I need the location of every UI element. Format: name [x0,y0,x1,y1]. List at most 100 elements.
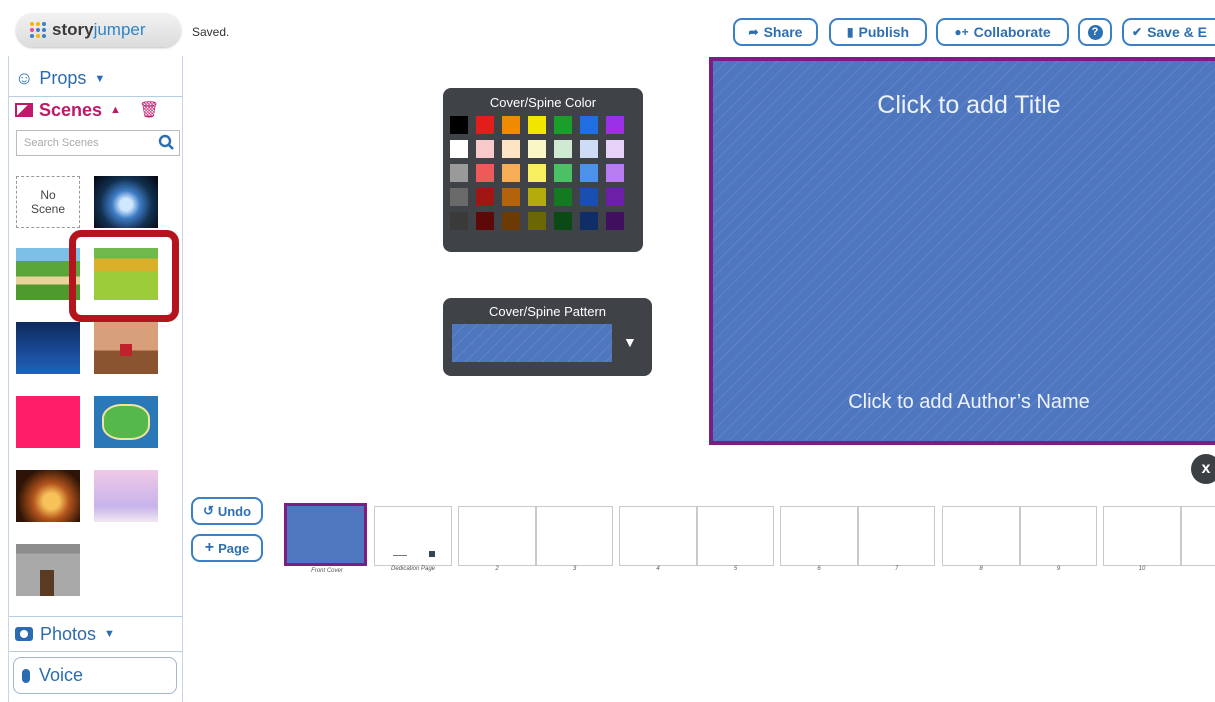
color-swatch[interactable] [528,140,546,158]
color-swatch[interactable] [476,140,494,158]
page-thumb-front-cover[interactable] [284,503,367,566]
scene-thumb-sky[interactable] [94,470,158,522]
scene-thumb-underwater[interactable] [16,322,80,374]
scenes-section-header[interactable]: Scenes ▲ 🗑 [9,93,182,127]
share-button[interactable]: ➦ Share [733,18,818,46]
logo-text-story: story [52,20,94,39]
color-swatch[interactable] [606,212,624,230]
pattern-dropdown-icon[interactable]: ▼ [623,334,637,350]
scene-thumb-fireplace[interactable] [94,322,158,374]
color-swatch[interactable] [476,116,494,134]
help-icon: ? [1087,24,1103,40]
color-swatch[interactable] [528,188,546,206]
color-swatch[interactable] [580,140,598,158]
storyjumper-logo[interactable]: story jumper [16,13,181,47]
fireplace-mark [120,344,132,356]
page-thumb[interactable] [697,506,774,566]
save-exit-button[interactable]: ✔ Save & E [1122,18,1215,46]
page-thumb-dedication[interactable] [374,506,452,566]
page-thumb[interactable] [536,506,613,566]
caret-down-icon: ▼ [104,628,115,640]
color-swatch[interactable] [450,188,468,206]
color-swatch[interactable] [528,164,546,182]
page-label: 5 [733,566,738,572]
pattern-preview[interactable] [452,324,612,362]
page-thumb[interactable] [458,506,536,566]
help-button[interactable]: ? [1078,18,1112,46]
search-placeholder: Search Scenes [24,137,99,149]
page-thumb[interactable] [858,506,935,566]
front-cover-preview: Click to add Title Click to add Author’s… [709,57,1215,445]
logo-dots-icon [30,22,46,38]
no-scene-option[interactable]: No Scene [16,176,80,228]
color-swatch[interactable] [580,116,598,134]
color-swatch-grid [450,116,624,230]
color-swatch[interactable] [476,188,494,206]
color-swatch[interactable] [502,116,520,134]
page-thumb[interactable] [942,506,1020,566]
color-swatch[interactable] [606,116,624,134]
color-swatch[interactable] [502,212,520,230]
color-swatch[interactable] [502,140,520,158]
color-swatch[interactable] [580,188,598,206]
color-swatch[interactable] [606,164,624,182]
page-label: 10 [1138,566,1146,572]
page-thumb[interactable] [619,506,697,566]
add-page-button[interactable]: + Page [191,534,263,562]
scene-thumb-night[interactable] [16,470,80,522]
color-swatch[interactable] [502,188,520,206]
collaborate-label: Collaborate [973,24,1051,40]
color-swatch[interactable] [554,140,572,158]
save-exit-label: Save & E [1147,24,1207,40]
color-swatch[interactable] [580,212,598,230]
scene-thumb-pink[interactable] [16,396,80,448]
props-section-header[interactable]: ☺ Props ▼ [9,61,182,97]
publish-button[interactable]: ▮ Publish [829,18,927,46]
color-swatch[interactable] [528,212,546,230]
color-swatch[interactable] [450,116,468,134]
scene-thumb-island[interactable] [94,396,158,448]
save-status: Saved. [192,25,230,39]
voice-label: Voice [39,665,84,685]
dedication-mark [393,555,407,556]
scene-thumb-galaxy[interactable] [94,176,158,228]
cover-author-field[interactable]: Click to add Author’s Name [713,391,1215,414]
undo-button[interactable]: ↺ Undo [191,497,263,525]
trash-icon[interactable]: 🗑 [139,100,159,120]
caret-down-icon: ▼ [94,72,106,85]
page-thumb[interactable] [1181,506,1215,566]
cover-pattern-panel: Cover/Spine Pattern ▼ [443,298,652,376]
page-thumb[interactable] [1103,506,1181,566]
color-swatch[interactable] [554,212,572,230]
caret-up-icon: ▲ [110,104,121,116]
color-swatch[interactable] [606,140,624,158]
color-swatch[interactable] [502,164,520,182]
cover-title-field[interactable]: Click to add Title [713,91,1215,120]
color-swatch[interactable] [450,164,468,182]
collaborate-button[interactable]: ●+ Collaborate [936,18,1069,46]
voice-button[interactable]: Voice [13,657,177,694]
color-swatch[interactable] [476,212,494,230]
props-label: Props [39,68,87,88]
search-scenes-input[interactable]: Search Scenes [16,130,180,156]
color-swatch[interactable] [554,188,572,206]
color-swatch[interactable] [528,116,546,134]
page-label: 6 [817,566,821,572]
search-icon [158,134,175,154]
color-swatch[interactable] [450,212,468,230]
page-thumb[interactable] [780,506,858,566]
color-swatch[interactable] [606,188,624,206]
color-swatch[interactable] [450,140,468,158]
photos-section-header[interactable]: Photos ▼ [9,616,182,652]
color-swatch[interactable] [476,164,494,182]
color-swatch[interactable] [554,116,572,134]
color-swatch[interactable] [580,164,598,182]
page-label: 4 [656,566,660,572]
close-icon[interactable]: x [1191,454,1215,484]
page-label: 2 [495,566,499,572]
page-label: 7 [894,566,899,572]
page-thumb[interactable] [1020,506,1097,566]
color-swatch[interactable] [554,164,572,182]
camera-icon [15,627,33,641]
scene-thumb-castle[interactable] [16,544,80,596]
